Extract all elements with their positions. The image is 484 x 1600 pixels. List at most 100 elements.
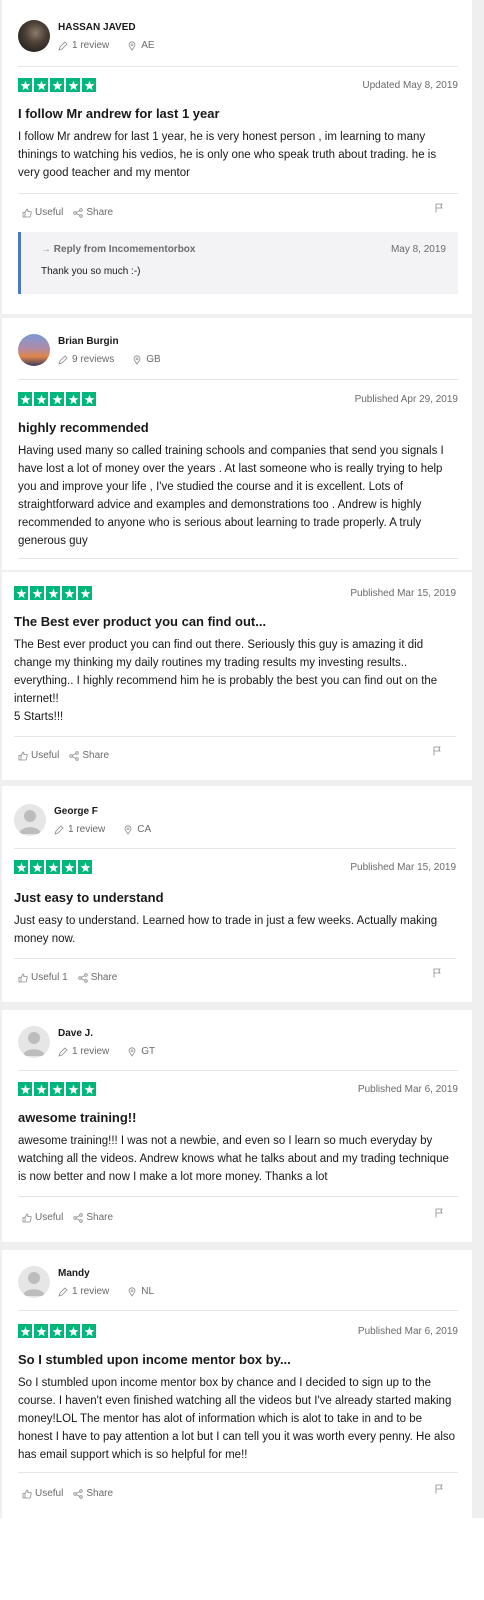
share-icon [77,972,88,983]
star-rating [14,860,92,874]
star-icon [66,1324,80,1338]
star-icon [82,1082,96,1096]
divider [18,1196,458,1197]
useful-label: Useful [35,207,64,218]
star-icon [18,1082,32,1096]
star-icon [34,78,48,92]
avatar[interactable] [18,1026,50,1058]
reviewer-name[interactable]: George F [54,806,98,817]
flag-icon[interactable] [434,203,444,213]
location-icon [128,40,136,51]
reviewer-name[interactable]: Brian Burgin [58,336,119,347]
avatar[interactable] [18,20,50,52]
useful-button[interactable]: Useful [18,750,59,761]
flag-icon[interactable] [432,746,442,756]
review-title[interactable]: I follow Mr andrew for last 1 year [18,106,220,121]
useful-label: Useful [31,750,60,761]
divider [18,1472,458,1473]
useful-label: Useful [35,1488,64,1499]
review-actions: Useful Share [22,207,123,218]
review-count: 1 review [72,1286,110,1297]
share-button[interactable]: Share [77,972,117,983]
reply-body: Thank you so much :-) [41,266,141,277]
flag-icon[interactable] [434,1208,444,1218]
reply-from: → Reply from Incomementorbox [41,244,195,255]
share-button[interactable]: Share [73,207,113,218]
star-rating [14,586,92,600]
review-actions: Useful Share [18,750,119,761]
avatar[interactable] [18,1266,50,1298]
useful-button[interactable]: Useful [22,1488,63,1499]
location-icon [133,354,141,365]
divider [18,1070,458,1071]
thumbs-up-icon [18,973,28,982]
star-icon [18,392,32,406]
default-avatar-icon [19,810,41,834]
default-avatar-icon [23,1272,45,1296]
review-card: HASSAN JAVED 1 review AE Updated May 8, … [2,0,472,314]
review-title[interactable]: So I stumbled upon income mentor box by.… [18,1352,291,1367]
star-rating [18,1324,96,1338]
review-title[interactable]: awesome training!! [18,1110,136,1125]
review-actions: Useful 1 Share [18,972,127,983]
avatar[interactable] [18,334,50,366]
useful-button[interactable]: Useful [22,1212,63,1223]
share-button[interactable]: Share [69,750,109,761]
reply-from-label: Reply from Incomementorbox [53,244,196,255]
review-body: So I stumbled upon income mentor box by … [18,1377,456,1461]
star-rating [18,78,96,92]
review-count: 1 review [72,1046,110,1057]
divider [18,1310,458,1311]
review-card: Dave J. 1 review GT Published Mar 6, 201… [2,1010,472,1242]
review-date: Published Apr 29, 2019 [354,394,458,405]
reviewer-name[interactable]: Dave J. [58,1028,93,1039]
divider [18,66,458,67]
flag-icon[interactable] [432,968,442,978]
review-count: 9 reviews [72,354,115,365]
divider [18,379,458,380]
star-icon [34,392,48,406]
star-icon [14,860,28,874]
review-title[interactable]: highly recommended [18,420,149,435]
flag-icon[interactable] [434,1484,444,1494]
share-button[interactable]: Share [73,1488,113,1499]
star-icon [82,1324,96,1338]
review-body: The Best ever product you can find out t… [14,639,438,723]
country: GB [146,354,161,365]
review-count: 1 review [72,40,110,51]
review-title[interactable]: Just easy to understand [14,890,164,905]
star-icon [34,1082,48,1096]
star-icon [62,586,76,600]
useful-button[interactable]: Useful [22,207,63,218]
review-card: Mandy 1 review NL Published Mar 6, 2019 … [2,1250,472,1518]
share-label: Share [86,207,114,218]
reviewer-name[interactable]: Mandy [58,1268,90,1279]
review-body: awesome training!!! I was not a newbie, … [18,1135,449,1183]
default-avatar-icon [23,1032,45,1056]
review-date: Published Mar 6, 2019 [357,1326,458,1337]
review-title[interactable]: The Best ever product you can find out..… [14,614,266,629]
pencil-icon [54,824,64,835]
share-button[interactable]: Share [73,1212,113,1223]
avatar[interactable] [14,804,46,836]
review-card: Brian Burgin 9 reviews GB Published Apr … [2,318,472,570]
thumbs-up-icon [22,1213,32,1222]
useful-button[interactable]: Useful 1 [18,972,68,983]
company-reply: → Reply from Incomementorbox May 8, 2019… [18,232,458,294]
star-icon [18,1324,32,1338]
country: GT [141,1046,156,1057]
reviewer-name[interactable]: HASSAN JAVED [58,22,136,33]
country: CA [137,824,152,835]
reviewer-meta: 1 review GT [58,1046,155,1057]
location-icon [124,824,132,835]
thumbs-up-icon [18,751,28,760]
reply-date: May 8, 2019 [390,244,446,255]
star-icon [46,586,60,600]
star-icon [66,1082,80,1096]
star-icon [50,1324,64,1338]
country: NL [141,1286,155,1297]
star-icon [62,860,76,874]
review-body: Just easy to understand. Learned how to … [14,915,438,945]
review-date: Published Mar 15, 2019 [350,862,456,873]
review-date: Updated May 8, 2019 [362,80,458,91]
